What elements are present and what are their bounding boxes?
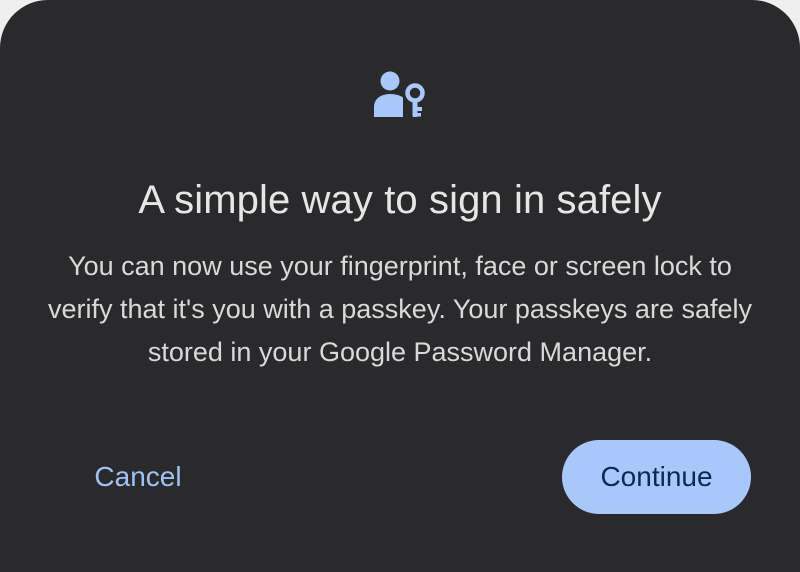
continue-button[interactable]: Continue [562, 440, 751, 514]
passkey-dialog: A simple way to sign in safely You can n… [0, 0, 800, 572]
dialog-description: You can now use your fingerprint, face o… [48, 251, 752, 367]
dialog-title: A simple way to sign in safely [138, 178, 662, 222]
person-key-icon [372, 70, 428, 120]
cancel-button[interactable]: Cancel [72, 452, 204, 502]
